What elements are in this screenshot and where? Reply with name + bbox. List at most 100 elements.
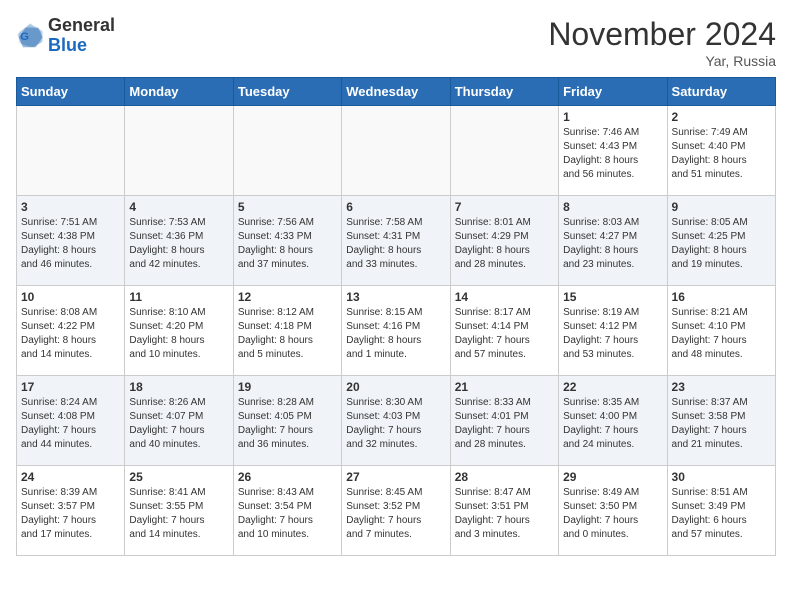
calendar-cell: 25 Sunrise: 8:41 AM Sunset: 3:55 PM Dayli… [125,466,233,556]
day-info: Sunrise: 8:15 AM Sunset: 4:16 PM Dayligh… [346,306,445,362]
day-info: Sunrise: 8:01 AM Sunset: 4:29 PM Dayligh… [455,216,554,272]
day-info: Sunrise: 8:37 AM Sunset: 3:58 PM Dayligh… [672,396,771,452]
calendar-table: SundayMondayTuesdayWednesdayThursdayFrid… [16,77,776,556]
day-info: Sunrise: 7:46 AM Sunset: 4:43 PM Dayligh… [563,126,662,182]
day-number: 14 [455,290,554,304]
svg-text:G: G [20,31,29,43]
day-info: Sunrise: 8:39 AM Sunset: 3:57 PM Dayligh… [21,486,120,542]
day-info: Sunrise: 8:41 AM Sunset: 3:55 PM Dayligh… [129,486,228,542]
day-number: 19 [238,380,337,394]
calendar-cell: 5 Sunrise: 7:56 AM Sunset: 4:33 PM Daylig… [233,196,341,286]
calendar-cell: 4 Sunrise: 7:53 AM Sunset: 4:36 PM Daylig… [125,196,233,286]
day-number: 24 [21,470,120,484]
day-info: Sunrise: 8:43 AM Sunset: 3:54 PM Dayligh… [238,486,337,542]
day-info: Sunrise: 8:45 AM Sunset: 3:52 PM Dayligh… [346,486,445,542]
calendar-cell: 22Sunrise: 8:35 AM Sunset: 4:00 PM Dayli… [559,376,667,466]
weekday-header: Saturday [667,78,775,106]
calendar-cell: 29 Sunrise: 8:49 AM Sunset: 3:50 PM Dayli… [559,466,667,556]
day-number: 25 [129,470,228,484]
day-info: Sunrise: 8:05 AM Sunset: 4:25 PM Dayligh… [672,216,771,272]
day-number: 11 [129,290,228,304]
weekday-header: Wednesday [342,78,450,106]
calendar-cell: 14 Sunrise: 8:17 AM Sunset: 4:14 PM Dayli… [450,286,558,376]
day-number: 17 [21,380,120,394]
calendar-cell: 9 Sunrise: 8:05 AM Sunset: 4:25 PM Daylig… [667,196,775,286]
day-info: Sunrise: 7:58 AM Sunset: 4:31 PM Dayligh… [346,216,445,272]
day-number: 26 [238,470,337,484]
calendar-cell: 28 Sunrise: 8:47 AM Sunset: 3:51 PM Dayli… [450,466,558,556]
day-info: Sunrise: 8:19 AM Sunset: 4:12 PM Dayligh… [563,306,662,362]
day-number: 20 [346,380,445,394]
calendar-cell: 8 Sunrise: 8:03 AM Sunset: 4:27 PM Daylig… [559,196,667,286]
day-info: Sunrise: 8:03 AM Sunset: 4:27 PM Dayligh… [563,216,662,272]
weekday-header: Thursday [450,78,558,106]
day-number: 15 [563,290,662,304]
day-info: Sunrise: 8:33 AM Sunset: 4:01 PM Dayligh… [455,396,554,452]
day-info: Sunrise: 8:17 AM Sunset: 4:14 PM Dayligh… [455,306,554,362]
day-number: 21 [455,380,554,394]
calendar-week-row: 3Sunrise: 7:51 AM Sunset: 4:38 PM Daylig… [17,196,776,286]
calendar-cell: 7Sunrise: 8:01 AM Sunset: 4:29 PM Daylig… [450,196,558,286]
day-number: 8 [563,200,662,214]
calendar-cell: 21 Sunrise: 8:33 AM Sunset: 4:01 PM Dayli… [450,376,558,466]
day-info: Sunrise: 8:24 AM Sunset: 4:08 PM Dayligh… [21,396,120,452]
calendar-cell: 24 Sunrise: 8:39 AM Sunset: 3:57 PM Dayli… [17,466,125,556]
day-number: 30 [672,470,771,484]
calendar-cell: 10Sunrise: 8:08 AM Sunset: 4:22 PM Dayli… [17,286,125,376]
calendar-cell: 27Sunrise: 8:45 AM Sunset: 3:52 PM Dayli… [342,466,450,556]
day-info: Sunrise: 7:56 AM Sunset: 4:33 PM Dayligh… [238,216,337,272]
location: Yar, Russia [548,53,776,69]
calendar-cell: 18 Sunrise: 8:26 AM Sunset: 4:07 PM Dayli… [125,376,233,466]
day-info: Sunrise: 8:26 AM Sunset: 4:07 PM Dayligh… [129,396,228,452]
weekday-header: Friday [559,78,667,106]
day-info: Sunrise: 7:49 AM Sunset: 4:40 PM Dayligh… [672,126,771,182]
day-info: Sunrise: 8:12 AM Sunset: 4:18 PM Dayligh… [238,306,337,362]
calendar-cell: 6 Sunrise: 7:58 AM Sunset: 4:31 PM Daylig… [342,196,450,286]
day-number: 9 [672,200,771,214]
page-header: G General Blue November 2024 Yar, Russia [16,16,776,69]
day-number: 28 [455,470,554,484]
calendar-cell [342,106,450,196]
day-info: Sunrise: 8:21 AM Sunset: 4:10 PM Dayligh… [672,306,771,362]
day-number: 4 [129,200,228,214]
calendar-cell: 16Sunrise: 8:21 AM Sunset: 4:10 PM Dayli… [667,286,775,376]
day-info: Sunrise: 8:30 AM Sunset: 4:03 PM Dayligh… [346,396,445,452]
day-info: Sunrise: 8:28 AM Sunset: 4:05 PM Dayligh… [238,396,337,452]
calendar-cell: 19 Sunrise: 8:28 AM Sunset: 4:05 PM Dayli… [233,376,341,466]
day-info: Sunrise: 7:51 AM Sunset: 4:38 PM Dayligh… [21,216,120,272]
day-info: Sunrise: 8:51 AM Sunset: 3:49 PM Dayligh… [672,486,771,542]
day-number: 6 [346,200,445,214]
day-info: Sunrise: 7:53 AM Sunset: 4:36 PM Dayligh… [129,216,228,272]
calendar-cell: 13Sunrise: 8:15 AM Sunset: 4:16 PM Dayli… [342,286,450,376]
calendar-cell [17,106,125,196]
logo: G General Blue [16,16,115,56]
day-info: Sunrise: 8:47 AM Sunset: 3:51 PM Dayligh… [455,486,554,542]
title-block: November 2024 Yar, Russia [548,16,776,69]
calendar-cell: 26 Sunrise: 8:43 AM Sunset: 3:54 PM Dayli… [233,466,341,556]
day-number: 5 [238,200,337,214]
calendar-week-row: 1Sunrise: 7:46 AM Sunset: 4:43 PM Daylig… [17,106,776,196]
day-number: 29 [563,470,662,484]
calendar-week-row: 24 Sunrise: 8:39 AM Sunset: 3:57 PM Dayli… [17,466,776,556]
day-number: 2 [672,110,771,124]
day-number: 12 [238,290,337,304]
calendar-cell: 23Sunrise: 8:37 AM Sunset: 3:58 PM Dayli… [667,376,775,466]
calendar-cell [125,106,233,196]
weekday-header: Sunday [17,78,125,106]
day-number: 18 [129,380,228,394]
calendar-week-row: 17 Sunrise: 8:24 AM Sunset: 4:08 PM Dayli… [17,376,776,466]
calendar-cell [450,106,558,196]
day-info: Sunrise: 8:49 AM Sunset: 3:50 PM Dayligh… [563,486,662,542]
logo-text: General Blue [48,16,115,56]
calendar-cell: 3Sunrise: 7:51 AM Sunset: 4:38 PM Daylig… [17,196,125,286]
month-title: November 2024 [548,16,776,53]
day-number: 22 [563,380,662,394]
calendar-cell: 17 Sunrise: 8:24 AM Sunset: 4:08 PM Dayli… [17,376,125,466]
calendar-cell: 15 Sunrise: 8:19 AM Sunset: 4:12 PM Dayli… [559,286,667,376]
logo-icon: G [16,22,44,50]
calendar-cell: 20 Sunrise: 8:30 AM Sunset: 4:03 PM Dayli… [342,376,450,466]
calendar-cell [233,106,341,196]
calendar-cell: 30 Sunrise: 8:51 AM Sunset: 3:49 PM Dayli… [667,466,775,556]
calendar-cell: 1Sunrise: 7:46 AM Sunset: 4:43 PM Daylig… [559,106,667,196]
calendar-cell: 2 Sunrise: 7:49 AM Sunset: 4:40 PM Daylig… [667,106,775,196]
